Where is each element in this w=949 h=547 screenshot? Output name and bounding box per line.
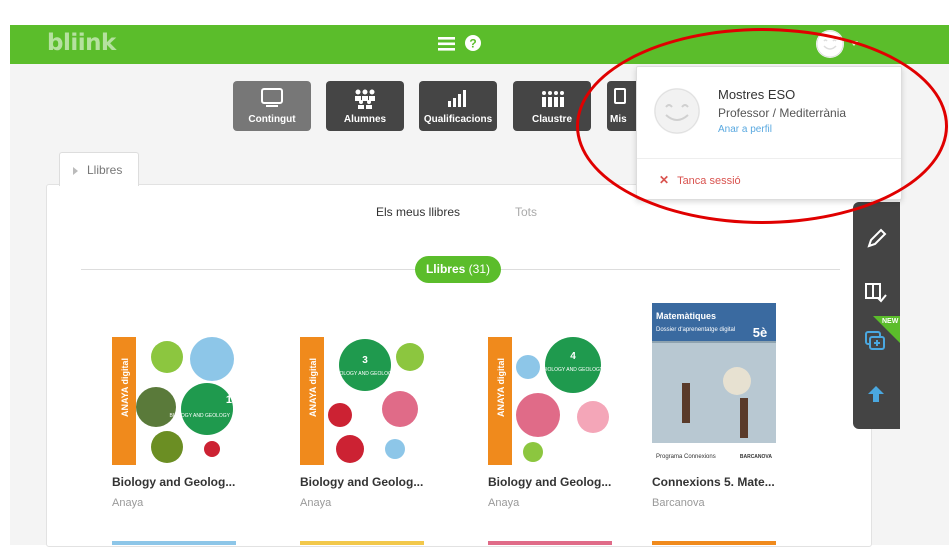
tile-qualificacions[interactable]: Qualificacions [419, 81, 497, 131]
book-title[interactable]: Connexions 5. Mate... [652, 475, 775, 489]
tile-label: Qualificacions [423, 114, 493, 125]
cover-brand: ANAYA digital [308, 358, 318, 417]
books-filter-pill[interactable]: Llibres (31) [415, 256, 501, 283]
book-cover-2[interactable]: 3 BIOLOGY AND GEOLOGY ANAYA digital [300, 337, 424, 465]
cover-footer: Programa Connexions [656, 454, 716, 460]
triangle-right-icon [73, 167, 78, 175]
book-cover-4[interactable]: Matemàtiques Dossier d'aprenentatge digi… [652, 303, 776, 465]
book-check-icon[interactable] [863, 279, 889, 305]
book-publisher: Anaya [300, 497, 332, 509]
filter-label: Llibres [425, 262, 466, 276]
cover-brand: ANAYA digital [120, 358, 130, 417]
students-icon [355, 89, 375, 109]
profile-link[interactable]: Anar a perfil [718, 124, 772, 135]
cover-grade: 5è [753, 325, 767, 340]
tab-label: Llibres [87, 163, 123, 177]
divider [637, 158, 901, 159]
cover-number: 4 [570, 351, 576, 362]
user-dropdown: Mostres ESO Professor / Mediterrània Ana… [636, 66, 902, 200]
arrow-up-icon[interactable] [863, 381, 889, 407]
book-cover-next-row [652, 541, 776, 545]
book-cover-next-row [112, 541, 236, 545]
top-bar: bliink ? [10, 25, 949, 64]
cover-subject: BIOLOGY AND GEOLOGY [543, 367, 604, 373]
screen-icon [261, 88, 283, 107]
staff-icon [542, 91, 564, 107]
tile-claustre[interactable]: Claustre [513, 81, 591, 131]
user-name: Mostres ESO [718, 87, 796, 102]
logout-label: Tanca sessió [677, 175, 741, 187]
tile-label: Contingut [248, 114, 296, 125]
smiley-avatar-icon [654, 88, 700, 134]
cover-brand: ANAYA digital [496, 358, 506, 417]
book-cover-art: Matemàtiques Dossier d'aprenentatge digi… [652, 303, 776, 465]
cover-heading: Matemàtiques [656, 311, 716, 321]
cover-subject: BIOLOGY AND GEOLOGY [170, 413, 231, 419]
book-cover-art: 1 BIOLOGY AND GEOLOGY ANAYA digital [112, 337, 236, 465]
smiley-avatar-icon[interactable] [816, 30, 844, 58]
cover-subject: BIOLOGY AND GEOLOGY [335, 371, 396, 377]
tile-label: Claustre [531, 114, 572, 125]
user-role: Professor / Mediterrània [718, 106, 847, 120]
cover-sub: Dossier d'aprenentatge digital [656, 327, 735, 333]
book-title[interactable]: Biology and Geolog... [112, 475, 235, 489]
book-cover-art: 3 BIOLOGY AND GEOLOGY ANAYA digital [300, 337, 424, 465]
cover-number: 3 [362, 355, 368, 366]
cover-number: 1 [226, 394, 232, 406]
pencil-icon[interactable] [863, 226, 889, 252]
book-cover-next-row [488, 541, 612, 545]
messages-icon [614, 88, 626, 104]
new-badge-label: NEW [882, 318, 899, 325]
subnav-all[interactable]: Tots [515, 205, 537, 219]
book-cover-art: 4 BIOLOGY AND GEOLOGY ANAYA digital [488, 337, 612, 465]
book-publisher: Anaya [488, 497, 520, 509]
book-cover-1[interactable]: 1 BIOLOGY AND GEOLOGY ANAYA digital [112, 337, 236, 465]
logout-button[interactable]: ✕ Tanca sessió [659, 173, 741, 187]
book-title[interactable]: Biology and Geolog... [488, 475, 611, 489]
svg-text:?: ? [469, 37, 476, 51]
question-icon[interactable]: ? [464, 34, 482, 52]
book-publisher: Barcanova [652, 497, 705, 509]
cover-brand: BARCANOVA [740, 454, 773, 460]
book-publisher: Anaya [112, 497, 144, 509]
filter-count: (31) [468, 262, 491, 276]
chevron-down-icon[interactable] [850, 41, 858, 46]
book-cover-3[interactable]: 4 BIOLOGY AND GEOLOGY ANAYA digital [488, 337, 612, 465]
subnav-my-books[interactable]: Els meus llibres [376, 205, 460, 219]
tab-llibres[interactable]: Llibres [59, 152, 139, 186]
tile-alumnes[interactable]: Alumnes [326, 81, 404, 131]
blink-logo[interactable]: bliink [47, 30, 116, 56]
book-title[interactable]: Biology and Geolog... [300, 475, 423, 489]
tile-label: Alumnes [343, 114, 387, 125]
book-cover-next-row [300, 541, 424, 545]
close-icon: ✕ [659, 173, 670, 187]
bars-icon [448, 90, 466, 107]
tile-contingut[interactable]: Contingut [233, 81, 311, 131]
hamburger-icon[interactable] [437, 33, 459, 55]
